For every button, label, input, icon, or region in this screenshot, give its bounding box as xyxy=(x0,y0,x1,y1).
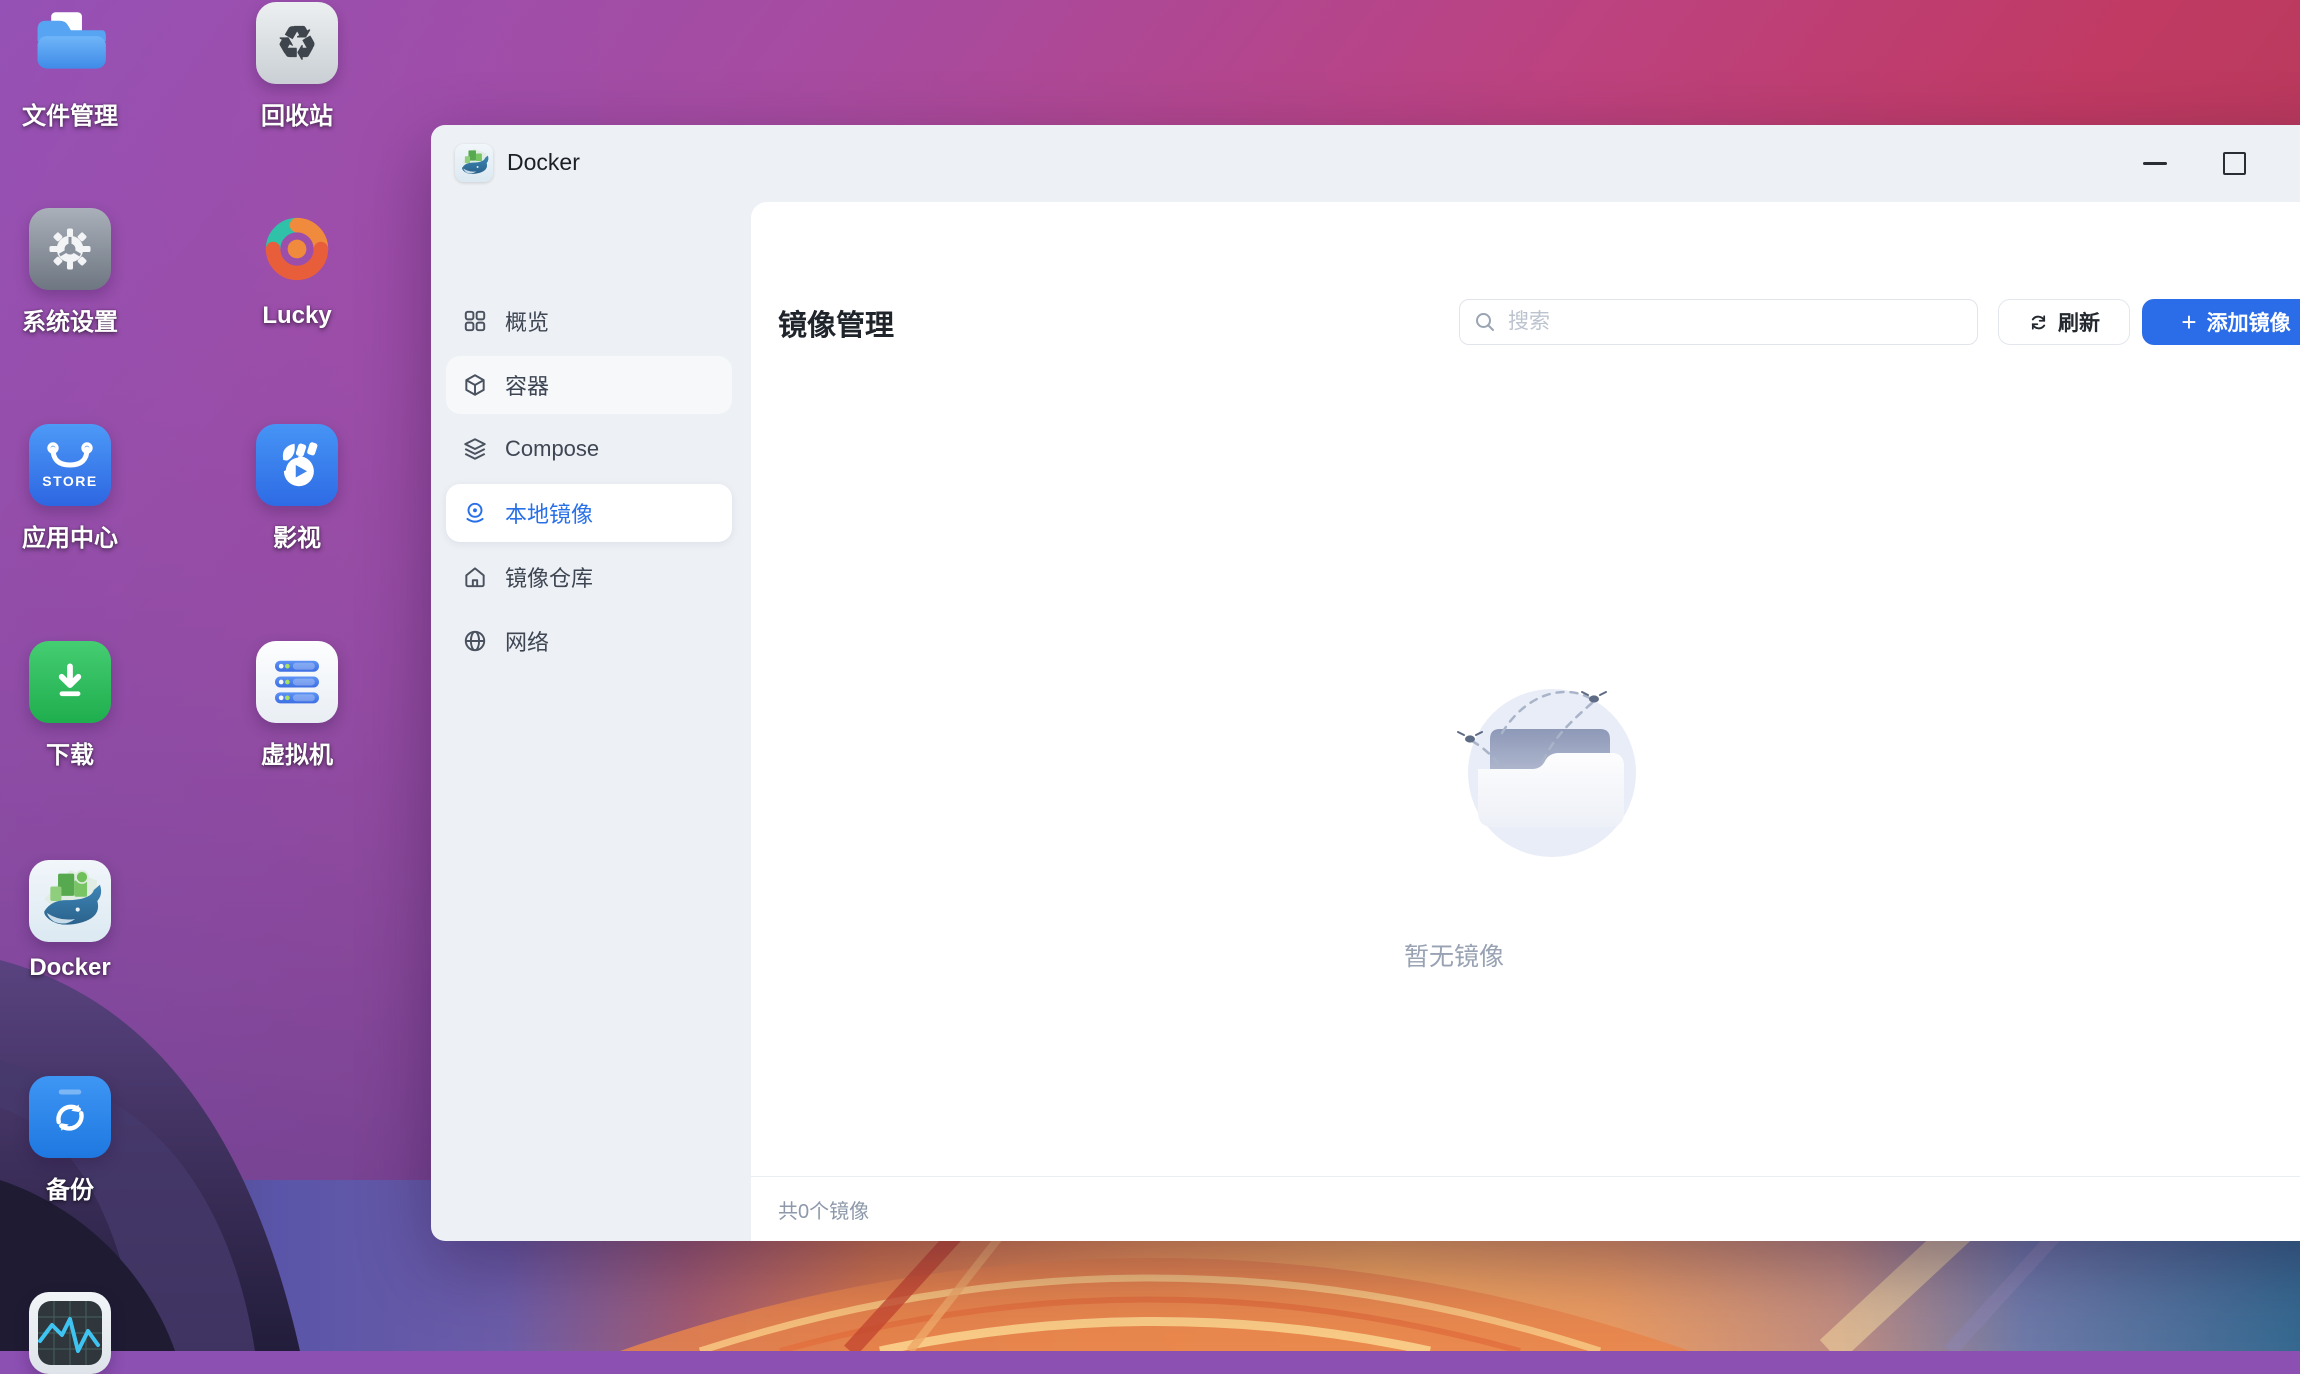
window-title: Docker xyxy=(507,149,580,176)
docker-whale-icon xyxy=(29,860,111,942)
sync-arrows-icon xyxy=(29,1076,111,1158)
desktop-icon-docker[interactable]: Docker xyxy=(0,860,150,982)
desktop-icon-file-manager[interactable]: 文件管理 xyxy=(0,2,150,131)
desktop-icon-video[interactable]: 影视 xyxy=(217,424,377,553)
add-image-button[interactable]: + 添加镜像 xyxy=(2142,299,2300,345)
desktop-icon-label: Docker xyxy=(29,954,110,982)
search-input[interactable] xyxy=(1506,309,1963,335)
desktop-icon-monitor[interactable] xyxy=(0,1292,150,1374)
desktop-icon-label: 虚拟机 xyxy=(261,735,333,770)
desktop-icon-vm[interactable]: 虚拟机 xyxy=(217,641,377,770)
desktop-icon-label: 系统设置 xyxy=(22,302,118,337)
sidebar-item-local-images[interactable]: 本地镜像 xyxy=(446,484,732,542)
desktop-icon-label: 回收站 xyxy=(261,96,333,131)
minimize-button[interactable] xyxy=(2136,144,2174,182)
empty-state-text: 暂无镜像 xyxy=(1294,937,1614,973)
window-titlebar[interactable]: Docker ✕ xyxy=(431,125,2300,202)
search-box[interactable] xyxy=(1459,299,1978,345)
maximize-icon xyxy=(2223,152,2246,175)
sidebar-item-label: 本地镜像 xyxy=(505,497,593,529)
activity-monitor-icon xyxy=(29,1292,111,1374)
grid-icon xyxy=(462,308,488,334)
recycle-glyph: ♻ xyxy=(276,16,317,70)
sidebar-item-registry[interactable]: 镜像仓库 xyxy=(446,548,732,606)
docker-app-icon xyxy=(455,144,493,182)
maximize-button[interactable] xyxy=(2215,144,2253,182)
desktop-icon-label: Lucky xyxy=(262,302,331,330)
sidebar-item-label: 网络 xyxy=(505,625,549,657)
sidebar: 概览 容器 Compose 本地镜像 镜像仓库 xyxy=(431,202,751,1241)
layers-icon xyxy=(462,436,488,462)
empty-folder-illustration xyxy=(1442,669,1662,889)
search-icon xyxy=(1474,311,1496,333)
sidebar-item-containers[interactable]: 容器 xyxy=(446,356,732,414)
add-image-label: 添加镜像 xyxy=(2207,307,2291,337)
cube-icon xyxy=(462,372,488,398)
sidebar-item-compose[interactable]: Compose xyxy=(446,420,732,478)
content-footer: 共0个镜像 xyxy=(751,1176,2300,1241)
server-stack-icon xyxy=(256,641,338,723)
minimize-icon xyxy=(2143,162,2167,165)
sidebar-item-label: 概览 xyxy=(505,305,549,337)
image-count-text: 共0个镜像 xyxy=(778,1195,869,1224)
sidebar-item-label: Compose xyxy=(505,436,599,462)
desktop-icon-system-settings[interactable]: 系统设置 xyxy=(0,208,150,337)
desktop-icon-download[interactable]: 下载 xyxy=(0,641,150,770)
refresh-label: 刷新 xyxy=(2058,307,2100,337)
sidebar-item-label: 镜像仓库 xyxy=(505,561,593,593)
sidebar-item-network[interactable]: 网络 xyxy=(446,612,732,670)
desktop-icon-app-center[interactable]: STORE 应用中心 xyxy=(0,424,150,553)
recycle-bin-icon: ♻ xyxy=(256,2,338,84)
store-word: STORE xyxy=(42,473,97,489)
desktop-icon-label: 影视 xyxy=(273,518,321,553)
file-manager-icon xyxy=(29,2,111,84)
lucky-icon xyxy=(256,208,338,290)
desktop-icon-label: 应用中心 xyxy=(22,518,118,553)
close-button[interactable]: ✕ xyxy=(2294,144,2300,182)
page-title: 镜像管理 xyxy=(778,302,894,344)
sidebar-item-label: 容器 xyxy=(505,369,549,401)
download-arrow-icon xyxy=(29,641,111,723)
desktop-icon-label: 下载 xyxy=(46,735,94,770)
content-panel: 镜像管理 刷新 + 添加镜像 xyxy=(751,202,2300,1241)
sidebar-item-overview[interactable]: 概览 xyxy=(446,292,732,350)
store-bag-icon: STORE xyxy=(29,424,111,506)
home-icon xyxy=(462,564,488,590)
film-play-icon xyxy=(256,424,338,506)
desktop-icon-label: 文件管理 xyxy=(22,96,118,131)
desktop-icon-lucky[interactable]: Lucky xyxy=(217,208,377,330)
refresh-button[interactable]: 刷新 xyxy=(1998,299,2130,345)
docker-window: Docker ✕ 概览 容器 Compose 本地 xyxy=(431,125,2300,1241)
globe-icon xyxy=(462,628,488,654)
desktop-icon-recycle-bin[interactable]: ♻ 回收站 xyxy=(217,2,377,131)
refresh-icon xyxy=(2028,312,2049,333)
desktop-icon-backup[interactable]: 备份 xyxy=(0,1076,150,1205)
desktop-icon-label: 备份 xyxy=(46,1170,94,1205)
gear-icon xyxy=(29,208,111,290)
disc-icon xyxy=(462,500,488,526)
